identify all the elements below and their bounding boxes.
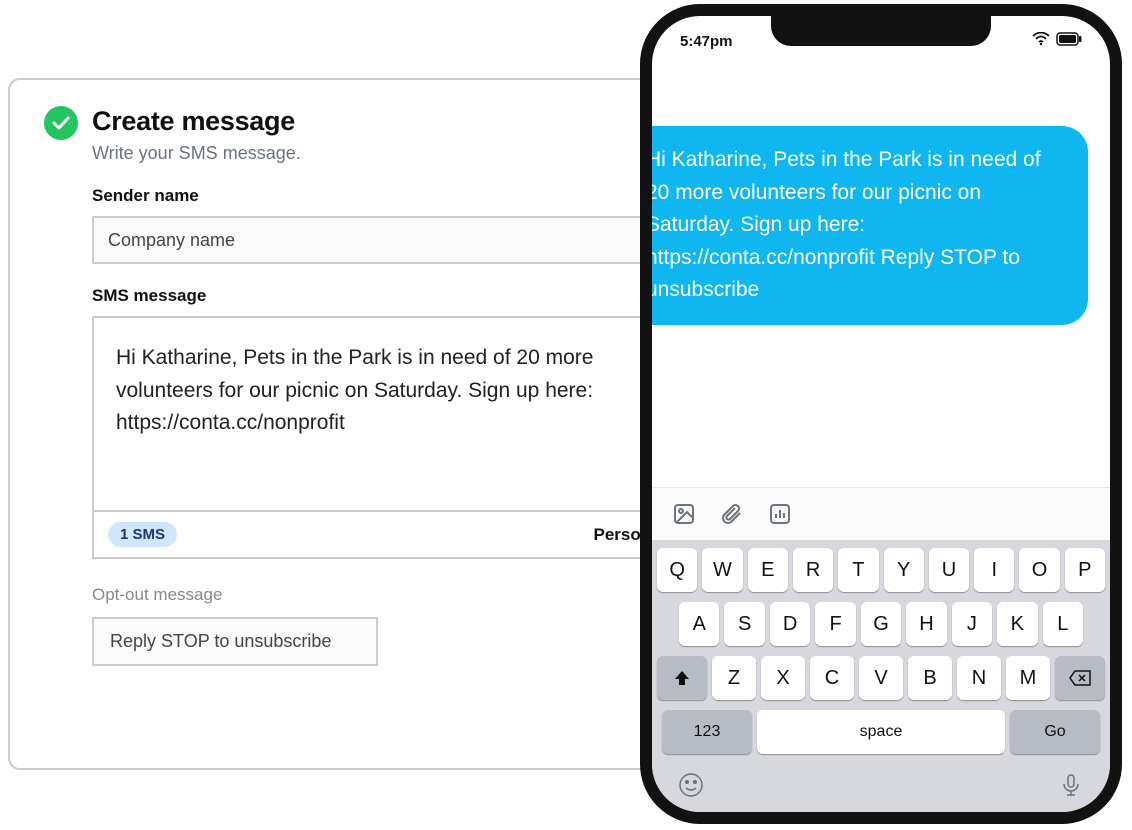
key-c[interactable]: C [810,656,854,700]
microphone-icon[interactable] [1058,772,1084,798]
backspace-key[interactable] [1055,656,1105,700]
key-d[interactable]: D [770,602,810,646]
keyboard-row-3: ZXCVBNM [657,656,1105,700]
status-icons [1032,32,1082,51]
panel-subtitle: Write your SMS message. [92,143,301,164]
panel-title: Create message [92,106,301,137]
create-message-panel: Create message Write your SMS message. S… [8,78,740,770]
keyboard-row-1: QWERTYUIOP [657,548,1105,592]
wifi-icon [1032,32,1050,51]
key-f[interactable]: F [815,602,855,646]
sms-message-label: SMS message [92,286,704,306]
key-e[interactable]: E [748,548,788,592]
key-n[interactable]: N [957,656,1001,700]
key-v[interactable]: V [859,656,903,700]
status-time: 5:47pm [680,33,733,50]
key-g[interactable]: G [861,602,901,646]
sms-message-text[interactable]: Hi Katharine, Pets in the Park is in nee… [94,318,702,510]
numeric-key[interactable]: 123 [662,710,752,754]
key-b[interactable]: B [908,656,952,700]
keyboard-footer [652,768,1110,812]
emoji-icon[interactable] [678,772,704,798]
attachment-icon[interactable] [718,500,746,528]
key-q[interactable]: Q [657,548,697,592]
key-i[interactable]: I [974,548,1014,592]
bubble-tail [640,268,642,304]
key-k[interactable]: K [997,602,1037,646]
key-p[interactable]: P [1065,548,1105,592]
message-bubble: Hi Katharine, Pets in the Park is in nee… [640,126,1088,325]
message-area: Hi Katharine, Pets in the Park is in nee… [652,58,1110,466]
key-y[interactable]: Y [884,548,924,592]
key-h[interactable]: H [906,602,946,646]
opt-out-input[interactable]: Reply STOP to unsubscribe [92,617,378,666]
sms-count-badge: 1 SMS [108,522,177,547]
photo-icon[interactable] [670,500,698,528]
key-x[interactable]: X [761,656,805,700]
opt-out-label: Opt-out message [92,585,704,605]
sms-footer: 1 SMS Personalize [94,510,702,557]
sender-name-label: Sender name [92,186,704,206]
space-key[interactable]: space [757,710,1005,754]
key-t[interactable]: T [838,548,878,592]
key-r[interactable]: R [793,548,833,592]
keyboard-row-2: ASDFGHJKL [657,602,1105,646]
phone-preview: 5:47pm Hi Katharine, Pets in the Park is… [640,4,1122,824]
key-o[interactable]: O [1019,548,1059,592]
key-u[interactable]: U [929,548,969,592]
key-a[interactable]: A [679,602,719,646]
battery-icon [1056,32,1082,51]
keyboard-row-bottom: 123 space Go [657,710,1105,754]
key-l[interactable]: L [1043,602,1083,646]
key-m[interactable]: M [1006,656,1050,700]
keyboard: QWERTYUIOP ASDFGHJKL ZXCVBNM 123 space G… [652,487,1110,812]
go-key[interactable]: Go [1010,710,1100,754]
phone-notch [771,16,991,46]
checkmark-icon [44,106,78,140]
sender-name-input[interactable] [92,216,704,264]
poll-icon[interactable] [766,500,794,528]
shift-key[interactable] [657,656,707,700]
keyboard-toolbar [652,487,1110,540]
key-w[interactable]: W [702,548,742,592]
key-z[interactable]: Z [712,656,756,700]
key-j[interactable]: J [952,602,992,646]
sms-message-editor[interactable]: Hi Katharine, Pets in the Park is in nee… [92,316,704,559]
panel-header: Create message Write your SMS message. [44,106,704,164]
key-s[interactable]: S [724,602,764,646]
